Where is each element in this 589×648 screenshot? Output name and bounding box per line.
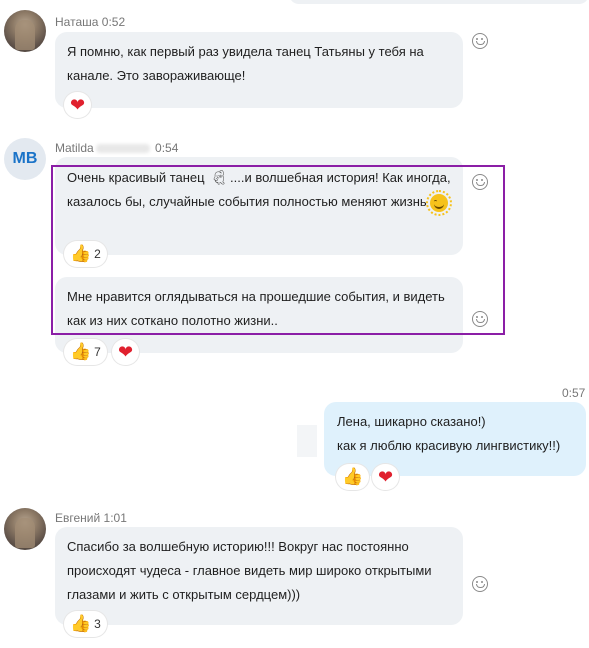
avatar-matilda[interactable]: MB <box>4 138 46 180</box>
selection-highlight <box>51 165 505 335</box>
message-time: 0:57 <box>562 386 586 400</box>
message-time: 1:01 <box>103 511 127 525</box>
red-heart-icon: ❤ <box>70 95 86 115</box>
message-bubble[interactable]: Я помню, как первый раз увидела танец Та… <box>55 32 463 108</box>
sender-name: Евгений <box>55 511 101 525</box>
avatar-evgeniy[interactable] <box>4 508 46 550</box>
message-bubble[interactable]: Спасибо за волшебную историю!!! Вокруг н… <box>55 527 463 625</box>
reaction-like-chip[interactable]: 👍 3 <box>64 611 107 637</box>
message-text: как я люблю красивую лингвистику!!) <box>337 438 561 453</box>
message-meta: Евгений 1:01 <box>55 511 127 525</box>
redacted-surname <box>95 144 150 154</box>
message-time: 0:54 <box>155 141 179 155</box>
reaction-like-chip[interactable]: 👍 <box>336 464 370 490</box>
message-meta: Наташа 0:52 <box>55 15 125 29</box>
message-action-strip <box>297 425 317 457</box>
sender-name: Наташа <box>55 15 99 29</box>
thumbs-up-icon: 👍 <box>342 467 364 486</box>
reaction-like-chip[interactable]: 👍 7 <box>64 339 107 365</box>
red-heart-icon: ❤ <box>118 342 134 362</box>
sender-name: Matilda <box>55 141 94 155</box>
message-text: Я помню, как первый раз увидела танец Та… <box>67 44 424 83</box>
reaction-count: 3 <box>94 617 101 631</box>
message-time: 0:52 <box>101 15 126 29</box>
reaction-heart-chip[interactable]: ❤ <box>64 92 92 118</box>
thumbs-up-icon: 👍 <box>70 342 92 361</box>
reaction-heart-chip[interactable]: ❤ <box>112 339 140 365</box>
reaction-heart-chip[interactable]: ❤ <box>372 464 400 490</box>
avatar-natasha[interactable] <box>4 10 46 52</box>
message-bubble-outgoing[interactable]: Лена, шикарно сказано!) как я люблю крас… <box>324 402 586 476</box>
previous-message-bubble-edge <box>289 0 589 4</box>
red-heart-icon: ❤ <box>378 467 394 487</box>
message-text: Лена, шикарно сказано!) <box>337 414 486 429</box>
smiley-outline-icon[interactable] <box>472 33 488 49</box>
avatar-initials: MB <box>12 150 38 167</box>
smiley-outline-icon[interactable] <box>472 576 488 592</box>
message-text: Спасибо за волшебную историю!!! Вокруг н… <box>67 539 432 602</box>
reaction-count: 7 <box>94 345 101 359</box>
thumbs-up-icon: 👍 <box>70 614 92 633</box>
message-meta: Matilda 0:54 <box>55 141 178 155</box>
